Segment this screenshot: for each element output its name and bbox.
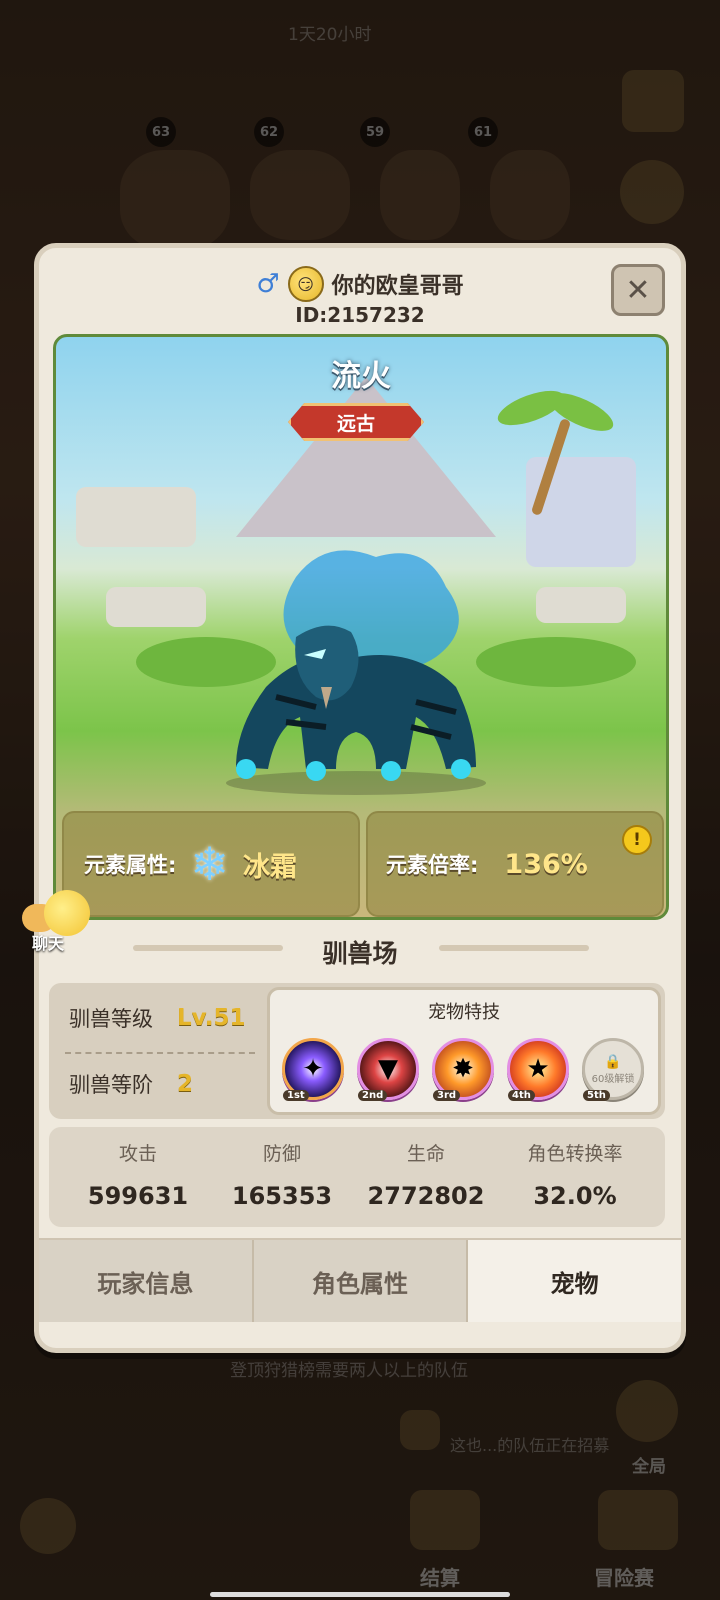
skill-order-label: 3rd [433, 1090, 461, 1101]
skill-order-label: 4th [508, 1090, 535, 1101]
player-id: ID:2157232 [295, 303, 425, 327]
chat-button[interactable]: 聊天 [18, 890, 98, 953]
tame-level-label: 驯兽等级 [69, 1007, 153, 1031]
pet-skills-title: 宠物特技 [428, 1002, 500, 1023]
skill-order-label: 5th [583, 1090, 610, 1101]
conversion-rate-value: 32.0% [533, 1182, 617, 1210]
tame-rank-row: 驯兽等阶 2 [69, 1069, 193, 1099]
skill-order-label: 2nd [358, 1090, 388, 1101]
element-attribute-label: 元素属性: [84, 853, 177, 877]
element-attribute-box: 元素属性: ❄ 冰霜 [62, 811, 360, 917]
lock-icon: 🔒 [604, 1053, 622, 1070]
element-attribute-value: 冰霜 [242, 851, 297, 883]
tab-player-info[interactable]: 玩家信息 [39, 1240, 254, 1322]
attributes-box: 攻击 599631 防御 165353 生命 2772802 角色转换率 32.… [49, 1127, 665, 1227]
vortex-skill-icon: ✦ [302, 1054, 324, 1084]
male-gender-icon: ♂ [256, 269, 280, 299]
tame-rank-value: 2 [177, 1071, 194, 1097]
tame-rank-label: 驯兽等阶 [69, 1073, 153, 1097]
snowflake-icon: ❄ [190, 837, 229, 891]
rarity-badge: 远古 [288, 403, 424, 441]
close-icon: ✕ [625, 272, 651, 308]
attack-label: 攻击 [118, 1143, 157, 1165]
tame-level-value: Lv.51 [177, 1005, 246, 1031]
tab-character-attributes[interactable]: 角色属性 [253, 1240, 469, 1322]
taming-info-box: 驯兽等级 Lv.51 驯兽等阶 2 宠物特技 ✦ 1st ▼ 2nd ✸ 3rd… [49, 983, 665, 1119]
defense-label: 防御 [262, 1143, 301, 1165]
strike-skill-icon: ★ [526, 1054, 550, 1084]
background-rock [536, 587, 626, 623]
player-name: 你的欧皇哥哥 [331, 274, 464, 299]
skill-unlock-text: 60级解锁 [591, 1073, 635, 1085]
conversion-rate-stat: 角色转换率 32.0% [495, 1139, 655, 1210]
home-indicator[interactable] [210, 1592, 510, 1597]
chat-label: 聊天 [32, 934, 65, 953]
health-value: 2772802 [367, 1182, 485, 1210]
skill-slot-1[interactable]: ✦ 1st [282, 1038, 344, 1101]
background-mountain [236, 377, 496, 537]
attack-stat: 攻击 599631 [63, 1139, 213, 1210]
tab-bar: 玩家信息 角色属性 宠物 [39, 1238, 682, 1322]
pet-showcase: 流火 远古 元素属性: ❄ 冰霜 元素倍率: 136% ! [53, 334, 669, 920]
close-button[interactable]: ✕ [611, 264, 665, 316]
pet-name: 流火 [331, 359, 391, 394]
player-header: ♂ 😏 你的欧皇哥哥 [39, 266, 681, 302]
pet-info-panel: ♂ 😏 你的欧皇哥哥 ID:2157232 ✕ 流火 远古 元素属性: ❄ 冰霜… [34, 243, 686, 1353]
element-multiplier-label: 元素倍率: [386, 853, 479, 877]
skill-slot-5-locked[interactable]: 🔒 60级解锁 5th [582, 1038, 644, 1101]
defense-value: 165353 [231, 1182, 333, 1210]
skill-slot-3[interactable]: ✸ 3rd [432, 1038, 494, 1101]
element-multiplier-value: 136% [504, 848, 588, 880]
skill-order-label: 1st [283, 1090, 309, 1101]
wolf-pet-model [226, 550, 486, 795]
divider [65, 1052, 255, 1054]
tab-pet[interactable]: 宠物 [468, 1240, 682, 1322]
defense-stat: 防御 165353 [207, 1139, 357, 1210]
health-label: 生命 [406, 1143, 445, 1165]
conversion-rate-label: 角色转换率 [527, 1143, 623, 1165]
element-multiplier-box: 元素倍率: 136% [366, 811, 664, 917]
health-stat: 生命 2772802 [351, 1139, 501, 1210]
bite-skill-icon: ▼ [378, 1054, 398, 1084]
skill-slot-4[interactable]: ★ 4th [507, 1038, 569, 1101]
pet-skills-panel: 宠物特技 ✦ 1st ▼ 2nd ✸ 3rd ★ 4th 🔒 60级解锁 5th [267, 987, 661, 1115]
skill-slot-2[interactable]: ▼ 2nd [357, 1038, 419, 1101]
attack-value: 599631 [87, 1182, 189, 1210]
info-icon[interactable]: ! [622, 825, 652, 855]
burst-skill-icon: ✸ [452, 1054, 474, 1084]
section-title: 驯兽场 [322, 939, 398, 968]
player-avatar[interactable]: 😏 [287, 266, 324, 302]
tame-level-row: 驯兽等级 Lv.51 [69, 1003, 246, 1033]
